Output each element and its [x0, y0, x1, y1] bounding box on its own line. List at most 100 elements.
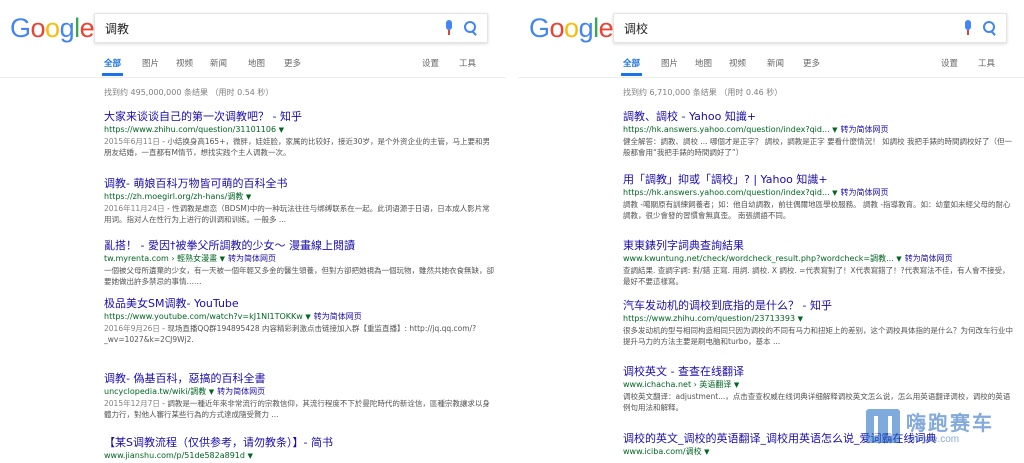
- result-title-link[interactable]: 大家来谈谈自己的第一次调教吧？ - 知乎: [104, 110, 496, 124]
- tab-settings[interactable]: 设置: [422, 57, 439, 69]
- dropdown-arrow-icon[interactable]: ▼: [798, 315, 803, 323]
- search-icon[interactable]: [463, 20, 479, 36]
- translate-page-link[interactable]: 转为简体网页: [228, 254, 276, 263]
- translate-page-link[interactable]: 转为简体网页: [905, 254, 953, 263]
- mic-stem: [967, 30, 969, 35]
- search-tab[interactable]: 图片: [142, 57, 159, 69]
- result-title-link[interactable]: 東東錶列字詞典查詢結果: [623, 239, 1015, 253]
- google-logo[interactable]: Google: [529, 12, 614, 44]
- watermark-text: 嗨跑赛车: [906, 411, 994, 435]
- result-url-line: uncyclopedia.tw/wiki/調教 ▼ 转为简体网页: [104, 386, 496, 398]
- result-snippet: 2016年11月24日 - 性调教是虐恋（BDSM)中的一种玩法往往与绑缚联系在…: [104, 203, 496, 225]
- dropdown-arrow-icon[interactable]: ▼: [305, 313, 310, 321]
- result-url-line: https://www.youtube.com/watch?v=kJ1NI1TO…: [104, 311, 496, 323]
- dropdown-arrow-icon[interactable]: ▼: [734, 381, 739, 389]
- result-url-line: www.kwuntung.net/check/wordcheck_result.…: [623, 253, 1015, 265]
- result-snippet: 查調結果. 查調字詞: 對/錯 正寫. 用詞. 調校. X 調校. =代表寫對了…: [623, 265, 1015, 287]
- result-snippet-text: - 现场直播QQ群194895428 内容精彩刺激点击链接加入群【重监直播】: …: [104, 324, 477, 344]
- dropdown-arrow-icon[interactable]: ▼: [832, 189, 837, 197]
- microphone-icon[interactable]: [964, 20, 972, 36]
- result-snippet: 2015年6月11日 - 小结换身高165+，微胖，娃娃脸，家属的比较好，接近3…: [104, 136, 496, 158]
- right-search-panel: Google 调校 全部 图片 地图 视频 新闻 更多 设置 工具 找到约 6,710,000 条结…: [519, 0, 1024, 463]
- result-snippet: 一個被父母所遺棄的少女，有一天被一個年輕又多金的醫生領養，但對方卻把她視為一個玩…: [104, 265, 496, 287]
- result-url-line: https://zh.moegirl.org/zh-hans/调教 ▼: [104, 191, 496, 203]
- result-snippet: 2016年9月26日 - 现场直播QQ群194895428 内容精彩刺激点击链接…: [104, 323, 496, 345]
- logo-letter: g: [578, 13, 594, 43]
- result-snippet-text: 查調結果. 查調字詞: 對/錯 正寫. 用詞. 調校. X 調校. =代表寫對了…: [623, 266, 1010, 286]
- dropdown-arrow-icon[interactable]: ▼: [209, 388, 214, 396]
- search-result: 调教- 偽基百科，惡搞的百科全書 uncyclopedia.tw/wiki/調教 …: [104, 372, 496, 420]
- result-url: https://zh.moegirl.org/zh-hans/调教: [104, 192, 244, 201]
- tab-tools[interactable]: 工具: [459, 57, 476, 69]
- result-url: www.kwuntung.net/check/wordcheck_result.…: [623, 254, 894, 263]
- logo-letter: o: [564, 13, 579, 43]
- result-url-line: https://hk.answers.yahoo.com/question/in…: [623, 187, 1015, 199]
- translate-page-link[interactable]: 转为简体网页: [841, 188, 889, 197]
- dropdown-arrow-icon[interactable]: ▼: [832, 126, 837, 134]
- result-title-link[interactable]: 调教- 萌娘百科万物皆可萌的百科全书: [104, 177, 496, 191]
- dropdown-arrow-icon[interactable]: ▼: [246, 193, 251, 201]
- result-url: https://www.youtube.com/watch?v=kJ1NI1TO…: [104, 312, 303, 321]
- logo-letter: g: [59, 13, 75, 43]
- result-snippet: 2015年12月7日 - 調教是一種近年來非常流行的宗教信仰，其流行程度不下於曼…: [104, 398, 496, 420]
- search-result: 极品美女SM调教- YouTube https://www.youtube.com…: [104, 297, 496, 345]
- search-icon[interactable]: [982, 20, 998, 36]
- result-url-line: www.ichacha.net › 英语翻译 ▼: [623, 379, 1015, 391]
- tab-all[interactable]: 全部: [101, 57, 124, 76]
- search-result: 汽车发动机的调校到底指的是什么？ - 知乎 https://www.zhihu.c…: [623, 299, 1015, 347]
- logo-letter: G: [529, 13, 550, 43]
- search-query: 调校: [624, 22, 649, 36]
- result-title-link[interactable]: 用「調教」抑或「調校」? | Yahoo 知識+: [623, 173, 1015, 187]
- search-tab[interactable]: 地图: [248, 57, 265, 69]
- search-tab[interactable]: 视频: [729, 57, 746, 69]
- result-date: 2015年6月11日: [104, 137, 160, 146]
- search-input[interactable]: 调校: [613, 13, 1007, 43]
- dropdown-arrow-icon[interactable]: ▼: [220, 255, 225, 263]
- search-icon-handle: [990, 30, 996, 36]
- result-url-line: https://www.zhihu.com/question/23713393 …: [623, 313, 1015, 325]
- result-snippet: 調教 -噶關原有訓練飼養者；如：他自幼調教，前往偶爾地區學校服務。 調教 -指導…: [623, 199, 1015, 221]
- result-url: https://hk.answers.yahoo.com/question/in…: [623, 188, 830, 197]
- result-title-link[interactable]: 极品美女SM调教- YouTube: [104, 297, 496, 311]
- result-title-link[interactable]: 調教、調校 - Yahoo 知識+: [623, 110, 1015, 124]
- result-url: https://www.zhihu.com/question/23713393: [623, 314, 796, 323]
- dropdown-arrow-icon[interactable]: ▼: [279, 126, 284, 134]
- result-title-link[interactable]: 亂搭！ - 愛因†被拳父所調教的少女～ 漫畫線上閱讀: [104, 239, 496, 253]
- dropdown-arrow-icon[interactable]: ▼: [896, 255, 901, 263]
- search-tab[interactable]: 地图: [695, 57, 712, 69]
- microphone-icon[interactable]: [445, 20, 453, 36]
- tab-tools[interactable]: 工具: [978, 57, 995, 69]
- result-url: www.jianshu.com/p/51de582a891d: [104, 451, 245, 460]
- result-date: 2016年11月24日: [104, 204, 165, 213]
- dropdown-arrow-icon[interactable]: ▼: [704, 448, 709, 456]
- result-date: 2015年12月7日: [104, 399, 160, 408]
- search-input[interactable]: 调教: [94, 13, 488, 43]
- result-url-line: www.jianshu.com/p/51de582a891d ▼: [104, 450, 496, 462]
- result-snippet-text: 一個被父母所遺棄的少女，有一天被一個年輕又多金的醫生領養，但對方卻把她視為一個玩…: [104, 266, 494, 286]
- dropdown-arrow-icon[interactable]: ▼: [248, 452, 253, 460]
- watermark-subtext: HiPole.com: [908, 434, 960, 445]
- search-tab[interactable]: 更多: [803, 57, 820, 69]
- result-snippet: 健全解答：調教、調校 ... 哪個才是正字？ 調校，調教是正字 要看什麼情況！ …: [623, 136, 1015, 158]
- result-snippet-text: - 調教是一種近年來非常流行的宗教信仰，其流行程度不下於曼陀時代的新诠信，區種宗…: [104, 399, 490, 419]
- translate-page-link[interactable]: 转为简体网页: [841, 125, 889, 134]
- result-date: 2016年9月26日: [104, 324, 160, 333]
- search-tab[interactable]: 图片: [661, 57, 678, 69]
- google-logo[interactable]: Google: [10, 12, 95, 44]
- search-tab[interactable]: 新闻: [210, 57, 227, 69]
- search-tab[interactable]: 视频: [176, 57, 193, 69]
- translate-page-link[interactable]: 转为简体网页: [314, 312, 362, 321]
- result-url-line: https://hk.answers.yahoo.com/question/in…: [623, 124, 1015, 136]
- translate-page-link[interactable]: 转为简体网页: [217, 387, 265, 396]
- tab-settings[interactable]: 设置: [941, 57, 958, 69]
- result-title-link[interactable]: 调校英文 - 查查在线翻译: [623, 365, 1015, 379]
- result-title-link[interactable]: 【某S调教流程（仅供参考，请勿教条）】- 简书: [104, 436, 496, 450]
- search-tabs: 全部 图片 地图 视频 新闻 更多 设置 工具: [620, 57, 1013, 77]
- search-result: 大家来谈谈自己的第一次调教吧？ - 知乎 https://www.zhihu.co…: [104, 110, 496, 158]
- tab-all[interactable]: 全部: [620, 57, 643, 76]
- search-tab[interactable]: 新闻: [767, 57, 784, 69]
- watermark: 嗨跑赛车 HiPole.com: [866, 405, 1016, 449]
- search-tab[interactable]: 更多: [284, 57, 301, 69]
- result-title-link[interactable]: 汽车发动机的调校到底指的是什么？ - 知乎: [623, 299, 1015, 313]
- result-title-link[interactable]: 调教- 偽基百科，惡搞的百科全書: [104, 372, 496, 386]
